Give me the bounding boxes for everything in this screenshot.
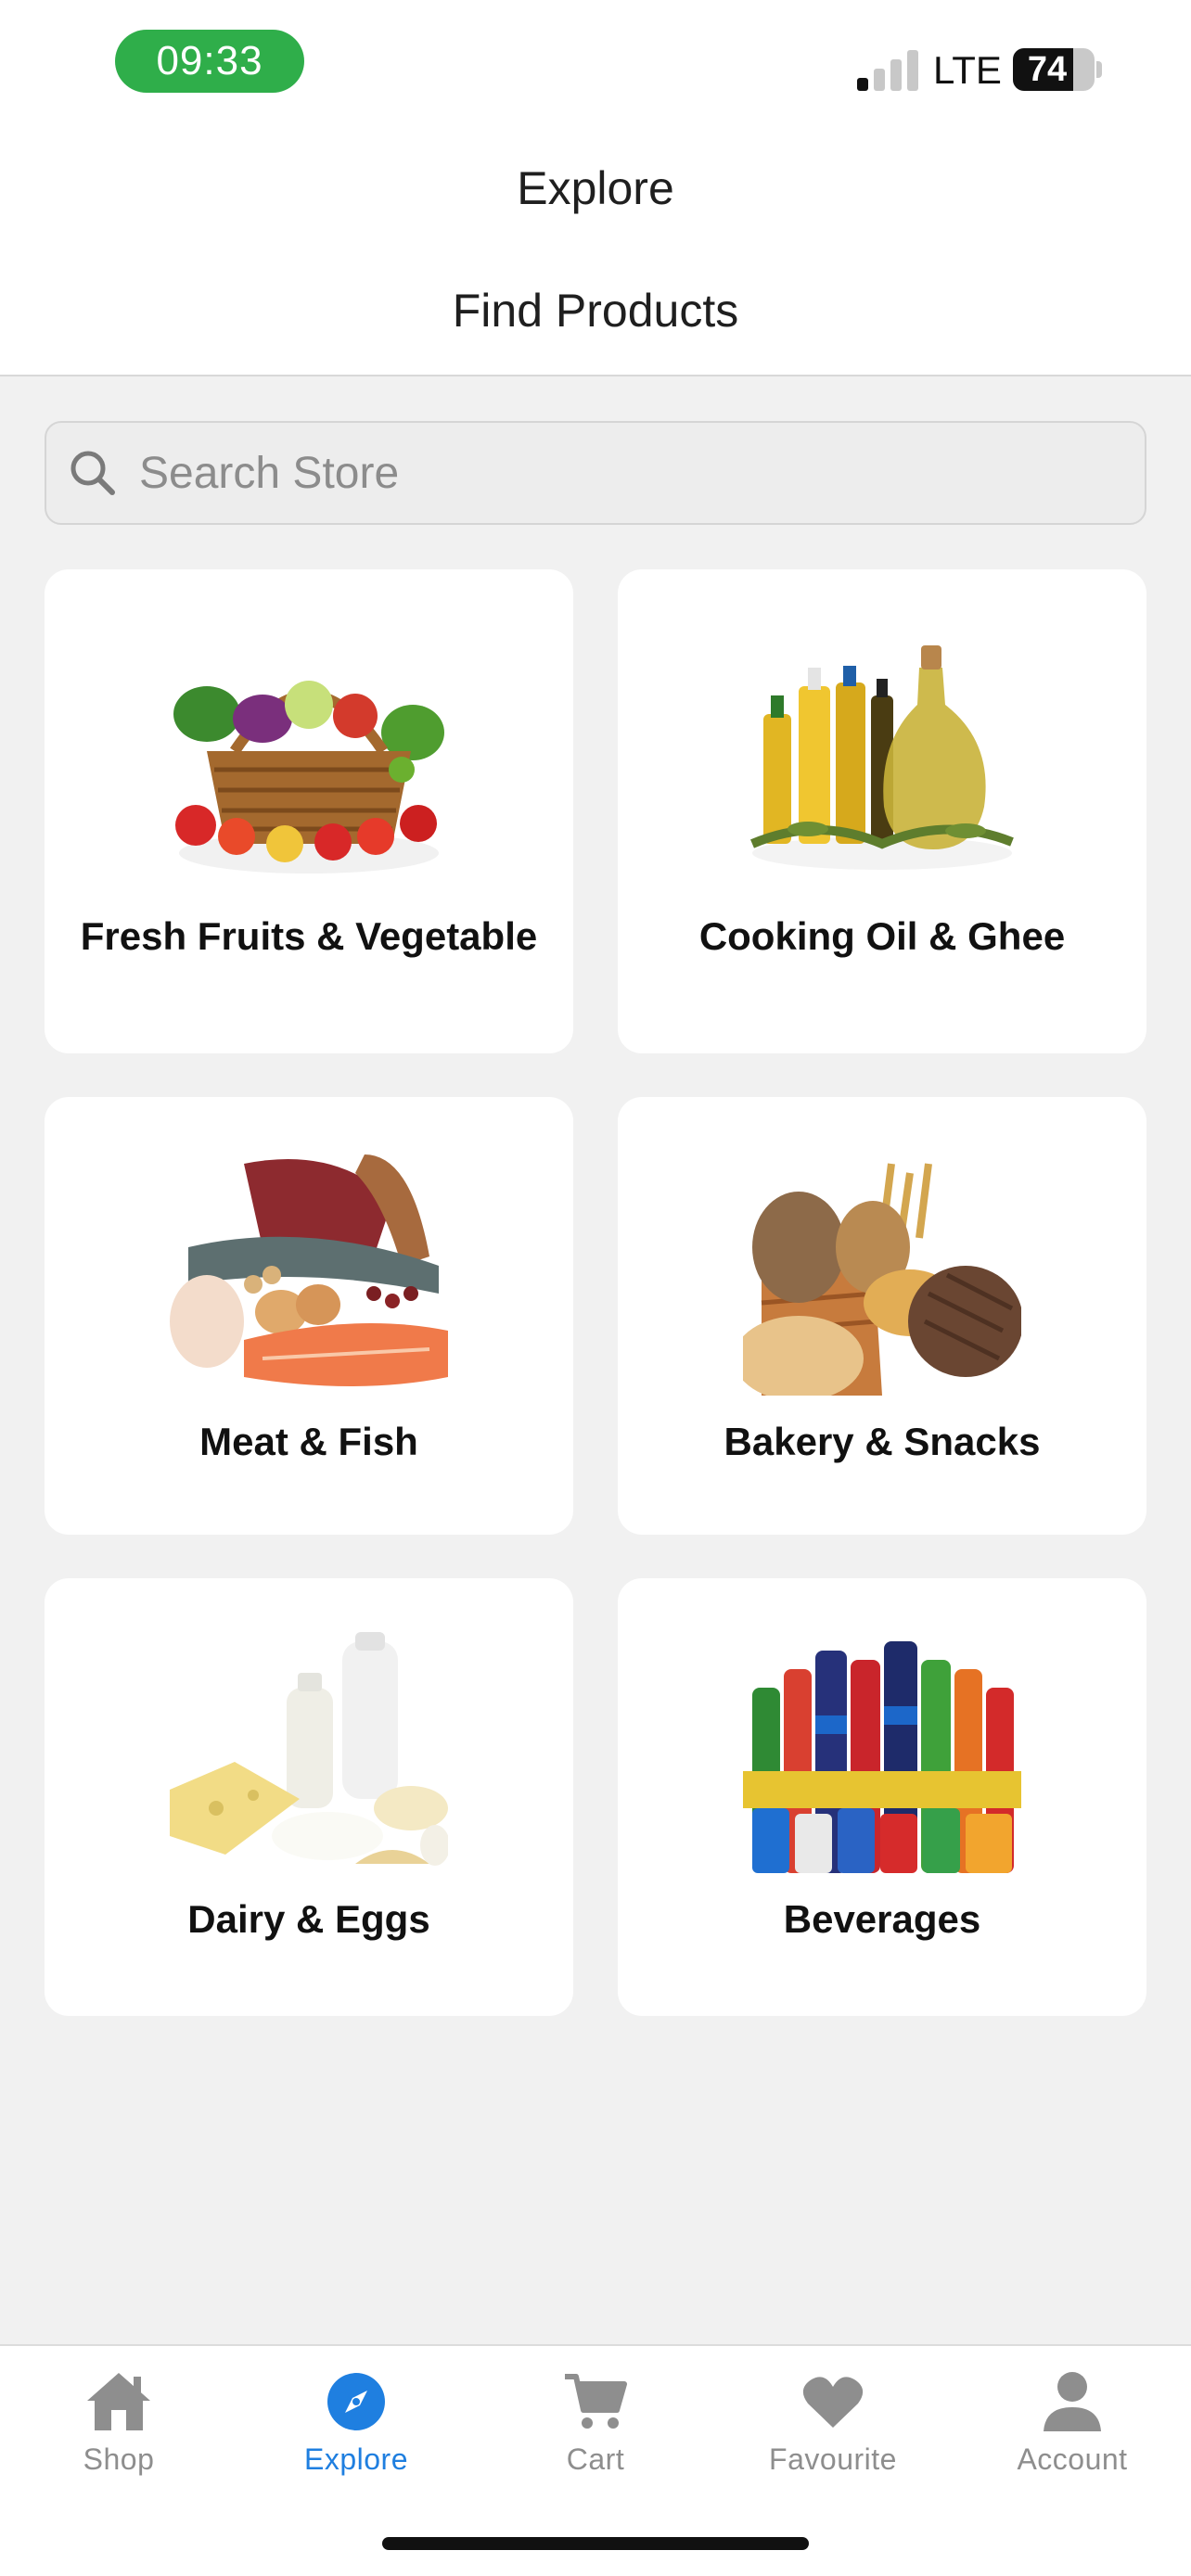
category-card-dairy-eggs[interactable]: Dairy & Eggs — [45, 1578, 573, 2016]
page-header: Explore Find Products — [0, 121, 1191, 376]
page-title: Explore — [517, 162, 674, 214]
search-icon — [46, 423, 139, 523]
person-icon — [1035, 2365, 1109, 2439]
category-label: Bakery & Snacks — [724, 1420, 1041, 1463]
tab-label: Favourite — [769, 2442, 897, 2476]
status-bar: 09:33 LTE 74 — [0, 0, 1191, 121]
category-card-meat-fish[interactable]: Meat & Fish — [45, 1097, 573, 1535]
heart-icon — [796, 2365, 870, 2439]
tab-shop[interactable]: Shop — [26, 2365, 211, 2494]
tab-label: Explore — [304, 2442, 408, 2476]
beverages-image — [743, 1641, 1021, 1873]
meat-fish-image — [170, 1154, 448, 1386]
fruit-basket-image — [173, 681, 444, 874]
category-label: Cooking Oil & Ghee — [698, 914, 1066, 958]
tab-explore[interactable]: Explore — [263, 2365, 449, 2494]
category-card-beverages[interactable]: Beverages — [618, 1578, 1146, 2016]
home-icon — [82, 2365, 156, 2439]
category-card-cooking-oil[interactable]: Cooking Oil & Ghee — [618, 569, 1146, 1053]
compass-icon — [319, 2365, 393, 2439]
category-card-fruits-vegetables[interactable]: Fresh Fruits & Vegetable — [45, 569, 573, 1053]
battery-tip — [1096, 61, 1102, 78]
signal-strength-icon — [857, 48, 920, 91]
bread-image — [743, 1163, 1021, 1396]
category-card-bakery-snacks[interactable]: Bakery & Snacks — [618, 1097, 1146, 1535]
network-type: LTE — [933, 48, 1002, 92]
dairy-image — [170, 1632, 448, 1866]
tab-label: Cart — [566, 2442, 625, 2476]
home-indicator[interactable] — [382, 2537, 809, 2550]
tab-account[interactable]: Account — [980, 2365, 1165, 2494]
category-label: Meat & Fish — [199, 1420, 418, 1463]
oil-bottles-image — [750, 645, 1014, 870]
category-label: Fresh Fruits & Vegetable — [80, 914, 538, 958]
cart-icon — [558, 2365, 633, 2439]
tab-favourite[interactable]: Favourite — [740, 2365, 926, 2494]
category-label: Dairy & Eggs — [187, 1897, 430, 1941]
category-label: Beverages — [783, 1897, 981, 1941]
tab-label: Shop — [83, 2442, 155, 2476]
search-input[interactable] — [139, 447, 1067, 499]
search-bar[interactable] — [45, 421, 1146, 525]
tab-label: Account — [1017, 2442, 1128, 2476]
page-subtitle: Find Products — [452, 285, 739, 337]
status-time: 09:33 — [115, 30, 304, 93]
tab-cart[interactable]: Cart — [503, 2365, 688, 2494]
battery-icon: 74 — [1013, 48, 1095, 91]
battery-percent: 74 — [1027, 49, 1068, 89]
